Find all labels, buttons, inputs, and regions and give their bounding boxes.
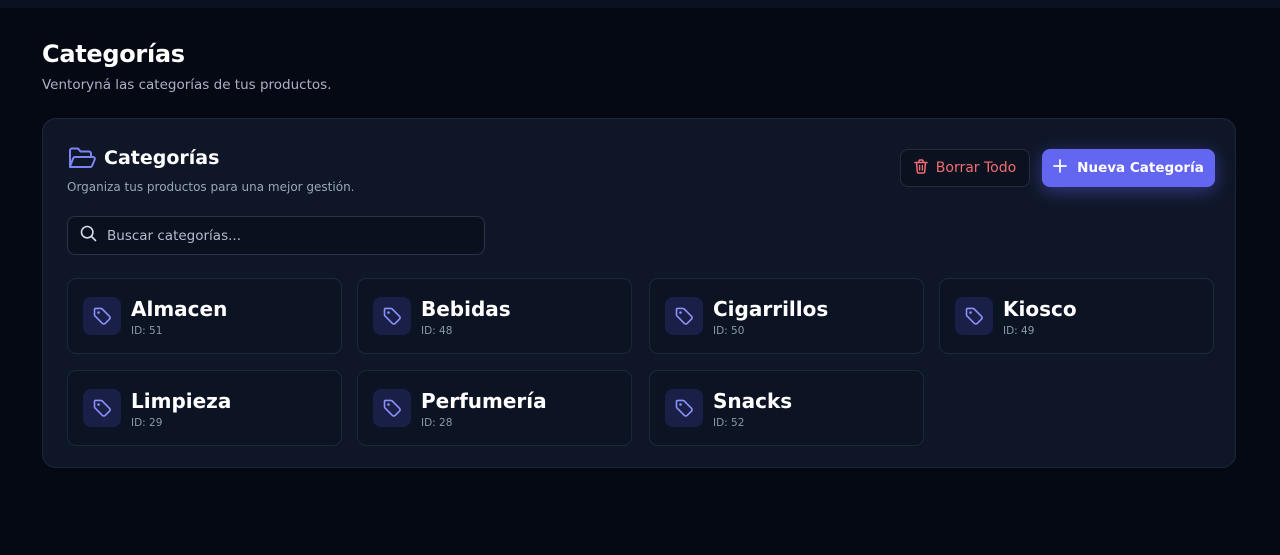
new-category-label: Nueva Categoría (1077, 160, 1204, 176)
tag-icon (665, 297, 703, 335)
page-subtitle: Ventoryná las categorías de tus producto… (42, 77, 332, 93)
top-bar (0, 0, 1280, 8)
category-name: Cigarrillos (713, 297, 829, 321)
category-card-bebidas[interactable]: Bebidas ID: 48 (357, 278, 632, 354)
category-card-limpieza[interactable]: Limpieza ID: 29 (67, 370, 342, 446)
panel-title: Categorías (104, 147, 220, 169)
category-id: ID: 29 (131, 417, 163, 429)
category-id: ID: 28 (421, 417, 453, 429)
folder-open-icon (67, 146, 96, 170)
delete-all-label: Borrar Todo (935, 160, 1017, 176)
search-box[interactable] (67, 216, 485, 255)
trash-icon (914, 158, 928, 178)
page-header: Categorías Ventoryná las categorías de t… (42, 38, 1238, 94)
category-name: Bebidas (421, 297, 511, 321)
category-name: Limpieza (131, 389, 232, 413)
search-input[interactable] (105, 226, 469, 245)
category-id: ID: 49 (1003, 325, 1035, 337)
category-card-almacen[interactable]: Almacen ID: 51 (67, 278, 342, 354)
category-id: ID: 52 (713, 417, 745, 429)
category-id: ID: 51 (131, 325, 163, 337)
panel-title-row: Categorías (67, 145, 354, 171)
category-name: Almacen (131, 297, 228, 321)
tag-icon (83, 389, 121, 427)
category-card-cigarrillos[interactable]: Cigarrillos ID: 50 (649, 278, 924, 354)
categories-panel: Categorías Organiza tus productos para u… (42, 118, 1236, 468)
tag-icon (373, 297, 411, 335)
category-id: ID: 48 (421, 325, 453, 337)
tag-icon (665, 389, 703, 427)
plus-icon (1053, 159, 1068, 177)
category-id: ID: 50 (713, 325, 745, 337)
category-name: Kiosco (1003, 297, 1077, 321)
category-name: Perfumería (421, 389, 547, 413)
tag-icon (373, 389, 411, 427)
tag-icon (83, 297, 121, 335)
category-card-snacks[interactable]: Snacks ID: 52 (649, 370, 924, 446)
panel-subtitle: Organiza tus productos para una mejor ge… (67, 180, 355, 194)
panel-header: Categorías Organiza tus productos para u… (67, 145, 354, 195)
delete-all-button[interactable]: Borrar Todo (900, 149, 1030, 187)
page-title: Categorías (42, 40, 185, 68)
search-icon (80, 225, 97, 246)
category-card-perfumeria[interactable]: Perfumería ID: 28 (357, 370, 632, 446)
category-name: Snacks (713, 389, 793, 413)
new-category-button[interactable]: Nueva Categoría (1042, 149, 1215, 187)
category-card-kiosco[interactable]: Kiosco ID: 49 (939, 278, 1214, 354)
tag-icon (955, 297, 993, 335)
